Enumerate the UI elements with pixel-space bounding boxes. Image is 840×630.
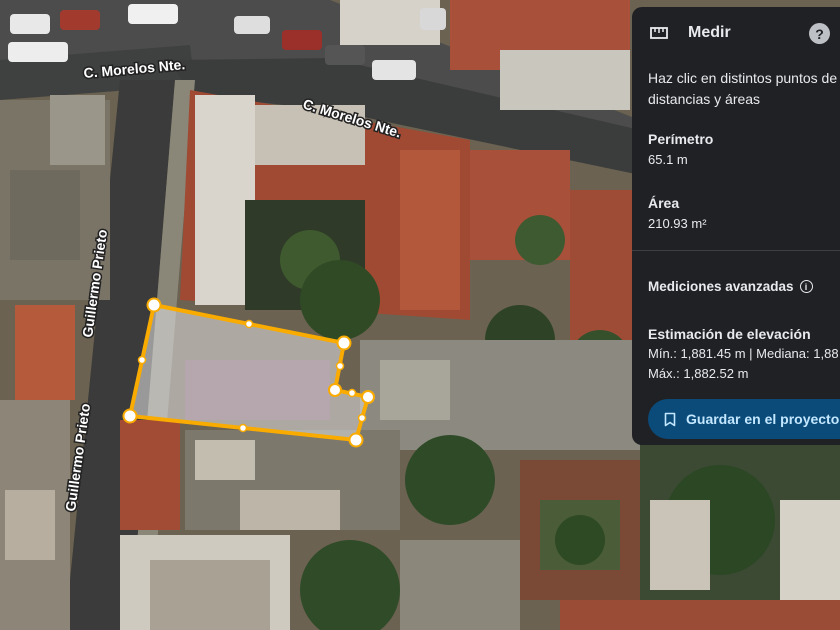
advanced-label: Mediciones avanzadas xyxy=(648,279,794,294)
area-value: 210.93 m² xyxy=(648,216,707,231)
measure-vertex[interactable] xyxy=(336,335,352,351)
measure-midpoint[interactable] xyxy=(137,355,147,365)
instructions: Haz clic en distintos puntos de distanci… xyxy=(648,68,840,110)
measure-vertex[interactable] xyxy=(146,297,162,313)
panel-title: Medir xyxy=(688,24,731,41)
elevation-max: Máx.: 1,882.52 m xyxy=(648,366,749,381)
measure-vertex[interactable] xyxy=(122,408,138,424)
measure-vertex[interactable] xyxy=(328,383,342,397)
measure-vertex[interactable] xyxy=(361,390,375,404)
divider xyxy=(632,250,840,251)
measure-midpoint[interactable] xyxy=(347,388,357,398)
measure-midpoint[interactable] xyxy=(335,361,345,371)
area-label: Área xyxy=(648,195,680,211)
measure-vertex[interactable] xyxy=(348,432,364,448)
save-to-project-button[interactable]: Guardar en el proyecto xyxy=(648,399,840,439)
panel-header: Medir ? xyxy=(632,7,840,61)
instruction-line: Haz clic en distintos puntos de xyxy=(648,70,838,86)
save-to-project-label: Guardar en el proyecto xyxy=(686,411,840,427)
measure-midpoint[interactable] xyxy=(238,423,248,433)
elevation-label: Estimación de elevación xyxy=(648,326,811,342)
measure-panel: Medir ? Haz clic en distintos puntos de … xyxy=(632,7,840,445)
advanced-measurements[interactable]: Mediciones avanzadas i xyxy=(648,279,813,294)
perimeter-label: Perímetro xyxy=(648,131,714,147)
bookmark-icon xyxy=(664,412,676,426)
instruction-line: distancias y áreas xyxy=(648,91,761,107)
measure-midpoint[interactable] xyxy=(244,319,254,329)
info-icon[interactable]: i xyxy=(799,280,813,293)
ruler-icon xyxy=(650,27,668,39)
elevation-min-median: Mín.: 1,881.45 m | Mediana: 1,88 xyxy=(648,346,839,361)
measure-midpoint[interactable] xyxy=(357,413,367,423)
perimeter-value: 65.1 m xyxy=(648,152,688,167)
help-icon[interactable]: ? xyxy=(809,23,830,44)
